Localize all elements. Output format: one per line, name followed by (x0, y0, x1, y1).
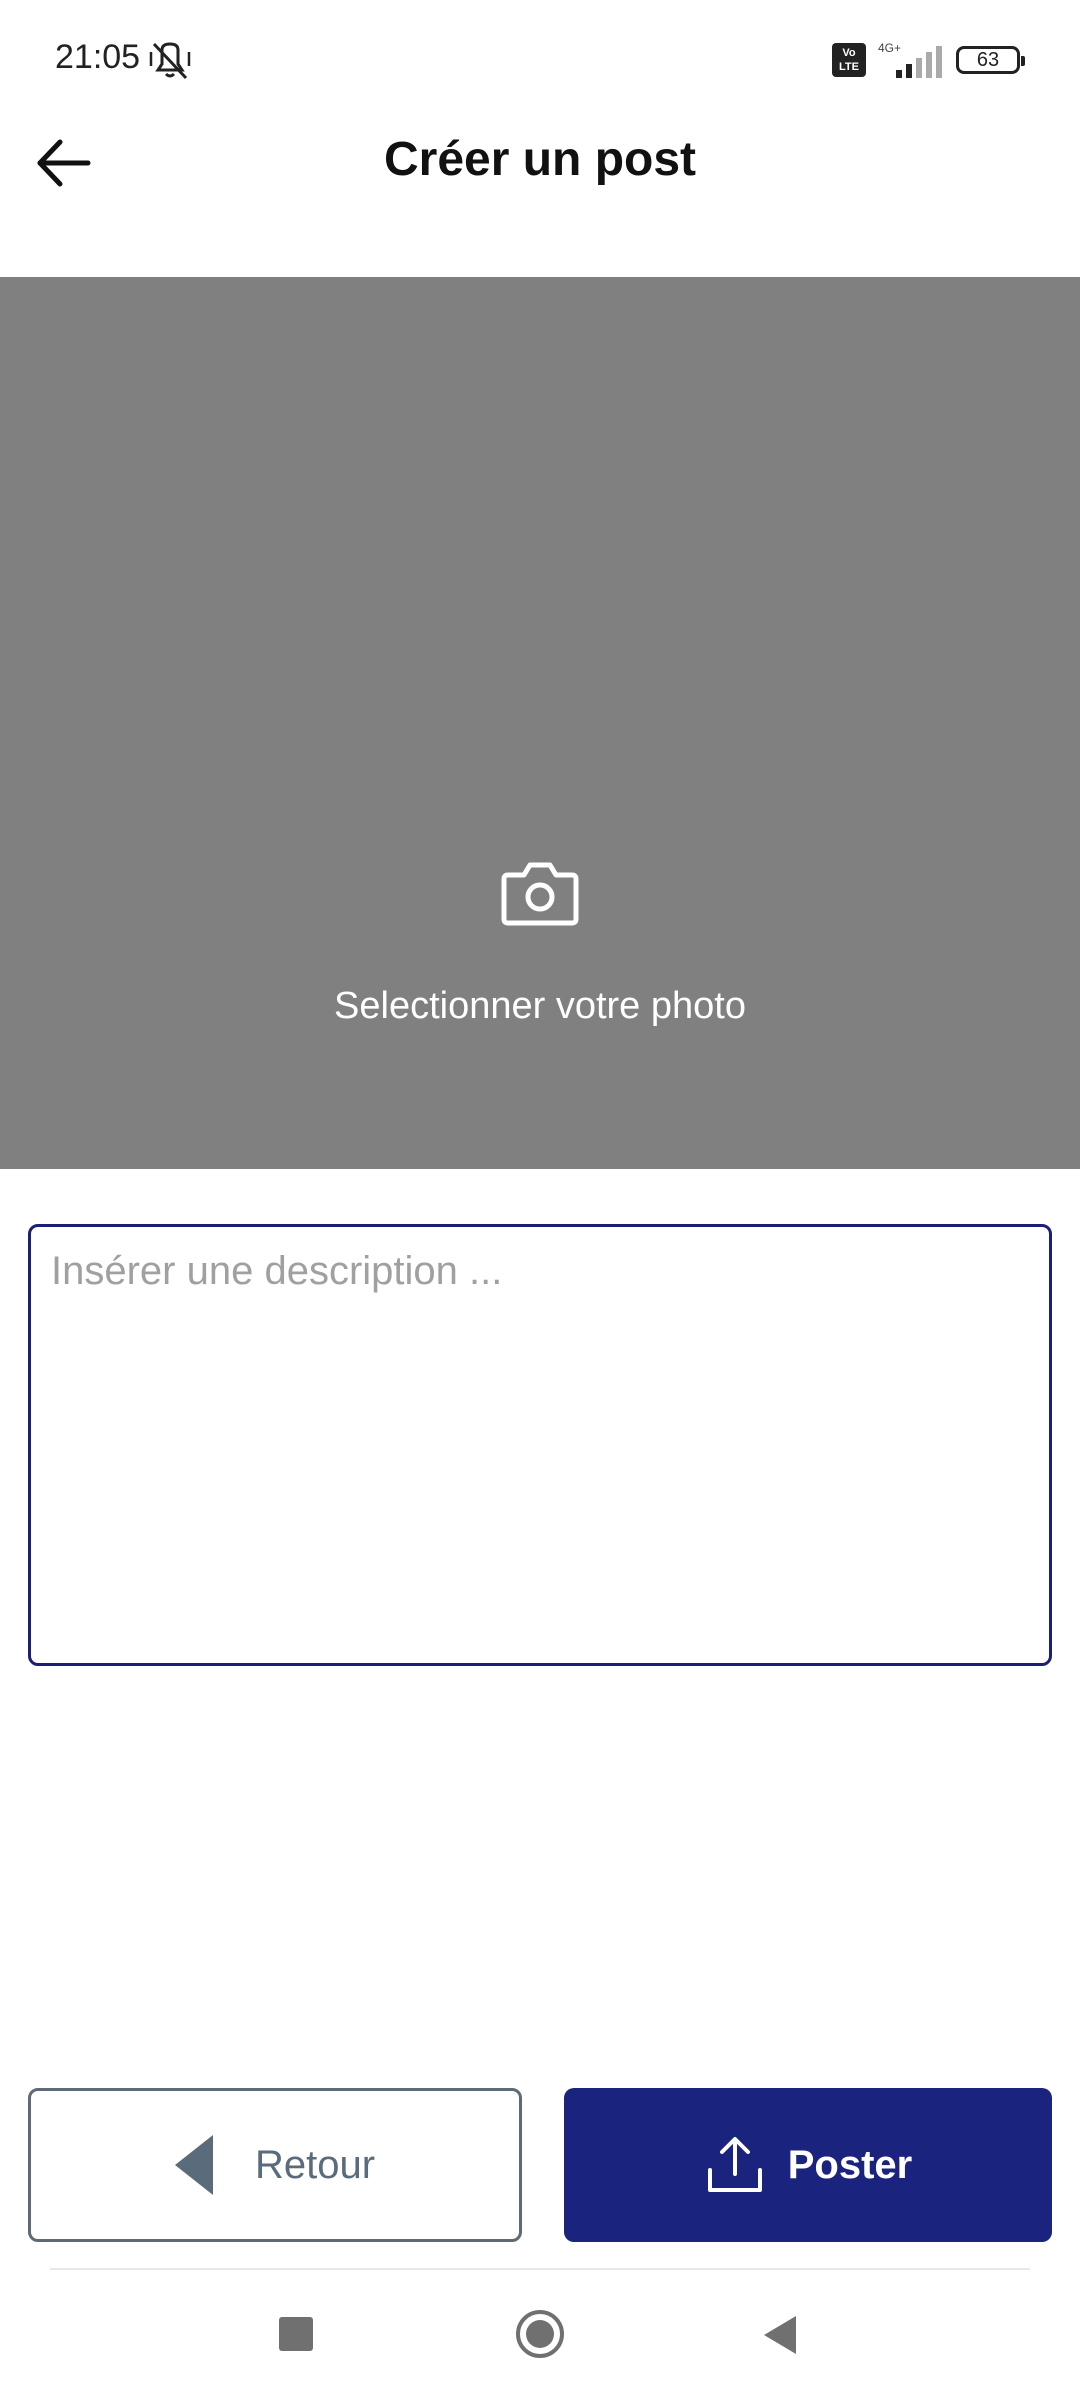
upload-icon (707, 2137, 762, 2192)
description-field[interactable] (28, 1224, 1052, 1666)
volte-icon: Vo LTE (832, 43, 866, 77)
volte-line2: LTE (839, 61, 859, 73)
system-nav-bar (0, 2270, 1080, 2400)
back-button[interactable]: Retour (28, 2088, 522, 2242)
post-button[interactable]: Poster (564, 2088, 1052, 2242)
camera-icon (501, 862, 579, 926)
triangle-left-icon (174, 2135, 213, 2195)
app-bar: Créer un post (0, 110, 1080, 210)
triangle-left-icon[interactable] (764, 2316, 796, 2354)
status-time: 21:05 (55, 38, 141, 76)
volte-line1: Vo (842, 47, 856, 59)
photo-picker[interactable]: Selectionner votre photo (0, 277, 1080, 1169)
status-indicators: Vo LTE 4G+ 63 (832, 38, 1025, 82)
circle-icon[interactable] (516, 2310, 564, 2358)
square-icon[interactable] (279, 2317, 313, 2351)
battery-level: 63 (976, 48, 1000, 71)
battery-icon: 63 (956, 46, 1025, 74)
network-type: 4G+ (878, 41, 901, 55)
photo-picker-label: Selectionner votre photo (334, 985, 746, 1027)
status-bar: 21:05 Vo LTE 4G+ 63 (0, 0, 1080, 120)
back-button-label: Retour (254, 2142, 376, 2187)
signal-icon: 4G+ (878, 41, 942, 78)
post-button-label: Poster (787, 2142, 913, 2187)
vibrate-off-icon (149, 42, 191, 80)
page-title: Créer un post (383, 133, 697, 186)
